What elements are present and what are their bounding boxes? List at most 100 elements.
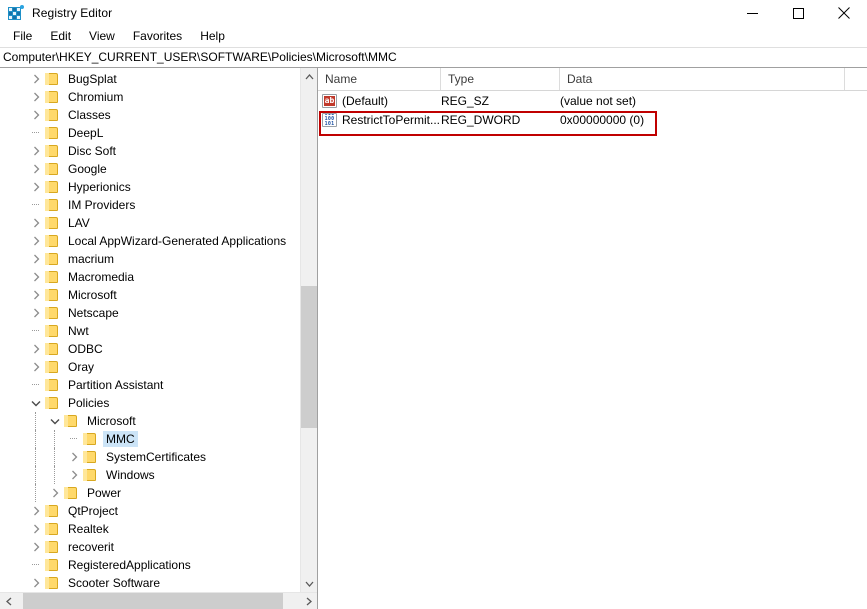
tree-item-microsoft[interactable]: Microsoft: [0, 286, 300, 304]
chevron-right-icon[interactable]: [28, 520, 44, 538]
registry-tree[interactable]: BugSplat Chromium Classes DeepL Disc Soft Goo…: [0, 68, 300, 592]
tree-item-systemcertificates[interactable]: SystemCertificates: [0, 448, 300, 466]
tree-indent-guide: [28, 430, 47, 448]
chevron-down-icon[interactable]: [28, 394, 44, 412]
scroll-right-button[interactable]: [300, 593, 317, 609]
tree-item-chromium[interactable]: Chromium: [0, 88, 300, 106]
tree-hscroll-thumb[interactable]: [22, 593, 284, 609]
chevron-right-icon[interactable]: [28, 268, 44, 286]
close-button[interactable]: [821, 0, 867, 26]
tree-indent-guide: [28, 448, 47, 466]
column-header-type[interactable]: Type: [441, 68, 560, 90]
tree-item-disc-soft[interactable]: Disc Soft: [0, 142, 300, 160]
tree-item-registeredapplications[interactable]: RegisteredApplications: [0, 556, 300, 574]
chevron-right-icon[interactable]: [28, 286, 44, 304]
folder-icon: [44, 72, 60, 86]
tree-item-lav[interactable]: LAV: [0, 214, 300, 232]
chevron-right-icon[interactable]: [28, 358, 44, 376]
registry-tree-pane: BugSplat Chromium Classes DeepL Disc Soft Goo…: [0, 68, 318, 609]
folder-icon: [44, 144, 60, 158]
chevron-right-icon[interactable]: [28, 250, 44, 268]
chevron-right-icon[interactable]: [28, 574, 44, 592]
tree-item-odbc[interactable]: ODBC: [0, 340, 300, 358]
tree-item-policies[interactable]: Policies: [0, 394, 300, 412]
tree-scroll-track[interactable]: [301, 85, 317, 575]
tree-item-windows[interactable]: Windows: [0, 466, 300, 484]
tree-item-local-appwizard-generated-applications[interactable]: Local AppWizard-Generated Applications: [0, 232, 300, 250]
tree-item-macrium[interactable]: macrium: [0, 250, 300, 268]
tree-horizontal-scrollbar[interactable]: [0, 592, 317, 609]
chevron-down-icon[interactable]: [47, 412, 63, 430]
tree-hscroll-track[interactable]: [17, 593, 300, 609]
chevron-right-icon[interactable]: [28, 214, 44, 232]
column-header-name[interactable]: Name: [318, 68, 441, 90]
chevron-right-icon[interactable]: [28, 340, 44, 358]
folder-icon: [44, 180, 60, 194]
tree-item-qtproject[interactable]: QtProject: [0, 502, 300, 520]
chevron-right-icon[interactable]: [28, 502, 44, 520]
tree-item-label: DeepL: [68, 126, 104, 140]
tree-item-label: MMC: [103, 431, 138, 447]
tree-item-label: IM Providers: [68, 198, 136, 212]
chevron-right-icon[interactable]: [28, 160, 44, 178]
folder-icon: [63, 414, 79, 428]
value-name-cell: 011 100 101 RestrictToPermit...: [318, 112, 441, 127]
minimize-button[interactable]: [729, 0, 775, 26]
menu-view[interactable]: View: [80, 27, 124, 46]
chevron-right-icon[interactable]: [66, 448, 82, 466]
folder-icon: [44, 162, 60, 176]
tree-item-deepl[interactable]: DeepL: [0, 124, 300, 142]
tree-item-classes[interactable]: Classes: [0, 106, 300, 124]
tree-item-macromedia[interactable]: Macromedia: [0, 268, 300, 286]
chevron-right-icon[interactable]: [28, 178, 44, 196]
tree-item-label: ODBC: [68, 342, 103, 356]
menu-help[interactable]: Help: [191, 27, 234, 46]
menu-file[interactable]: File: [4, 27, 41, 46]
tree-item-label: macrium: [68, 252, 115, 266]
menu-edit[interactable]: Edit: [41, 27, 80, 46]
tree-item-nwt[interactable]: Nwt: [0, 322, 300, 340]
chevron-right-icon[interactable]: [28, 70, 44, 88]
chevron-right-icon[interactable]: [28, 88, 44, 106]
tree-item-netscape[interactable]: Netscape: [0, 304, 300, 322]
chevron-right-icon[interactable]: [28, 232, 44, 250]
tree-item-power[interactable]: Power: [0, 484, 300, 502]
tree-item-recoverit[interactable]: recoverit: [0, 538, 300, 556]
chevron-right-icon[interactable]: [28, 304, 44, 322]
tree-item-label: Microsoft: [68, 288, 117, 302]
tree-item-im-providers[interactable]: IM Providers: [0, 196, 300, 214]
chevron-right-icon[interactable]: [47, 484, 63, 502]
tree-item-label: Windows: [106, 468, 155, 482]
registry-value-row[interactable]: 011 100 101 RestrictToPermit... REG_DWORD 0x0…: [318, 110, 867, 129]
registry-values-list[interactable]: ab (Default) REG_SZ (value not set) 011 100 10…: [318, 91, 867, 609]
scroll-up-button[interactable]: [301, 68, 317, 85]
tree-item-hyperionics[interactable]: Hyperionics: [0, 178, 300, 196]
chevron-right-icon[interactable]: [28, 106, 44, 124]
chevron-right-icon[interactable]: [28, 538, 44, 556]
menu-favorites[interactable]: Favorites: [124, 27, 191, 46]
tree-item-label: SystemCertificates: [106, 450, 207, 464]
tree-item-bugsplat[interactable]: BugSplat: [0, 70, 300, 88]
folder-icon: [44, 216, 60, 230]
registry-value-row[interactable]: ab (Default) REG_SZ (value not set): [318, 91, 867, 110]
folder-icon: [44, 576, 60, 590]
column-header-data[interactable]: Data: [560, 68, 845, 90]
tree-leaf-connector: [66, 430, 82, 448]
tree-vertical-scrollbar[interactable]: [300, 68, 317, 592]
chevron-right-icon[interactable]: [28, 142, 44, 160]
maximize-button[interactable]: [775, 0, 821, 26]
chevron-right-icon[interactable]: [66, 466, 82, 484]
address-bar[interactable]: Computer\HKEY_CURRENT_USER\SOFTWARE\Poli…: [0, 47, 867, 68]
tree-item-mmc[interactable]: MMC: [0, 430, 300, 448]
tree-item-oray[interactable]: Oray: [0, 358, 300, 376]
tree-item-realtek[interactable]: Realtek: [0, 520, 300, 538]
tree-scroll-thumb[interactable]: [301, 285, 317, 428]
folder-icon: [44, 324, 60, 338]
tree-item-microsoft[interactable]: Microsoft: [0, 412, 300, 430]
scroll-left-button[interactable]: [0, 593, 17, 609]
tree-item-partition-assistant[interactable]: Partition Assistant: [0, 376, 300, 394]
value-data-cell: (value not set): [560, 93, 637, 108]
tree-item-scooter-software[interactable]: Scooter Software: [0, 574, 300, 592]
tree-item-google[interactable]: Google: [0, 160, 300, 178]
scroll-down-button[interactable]: [301, 575, 317, 592]
